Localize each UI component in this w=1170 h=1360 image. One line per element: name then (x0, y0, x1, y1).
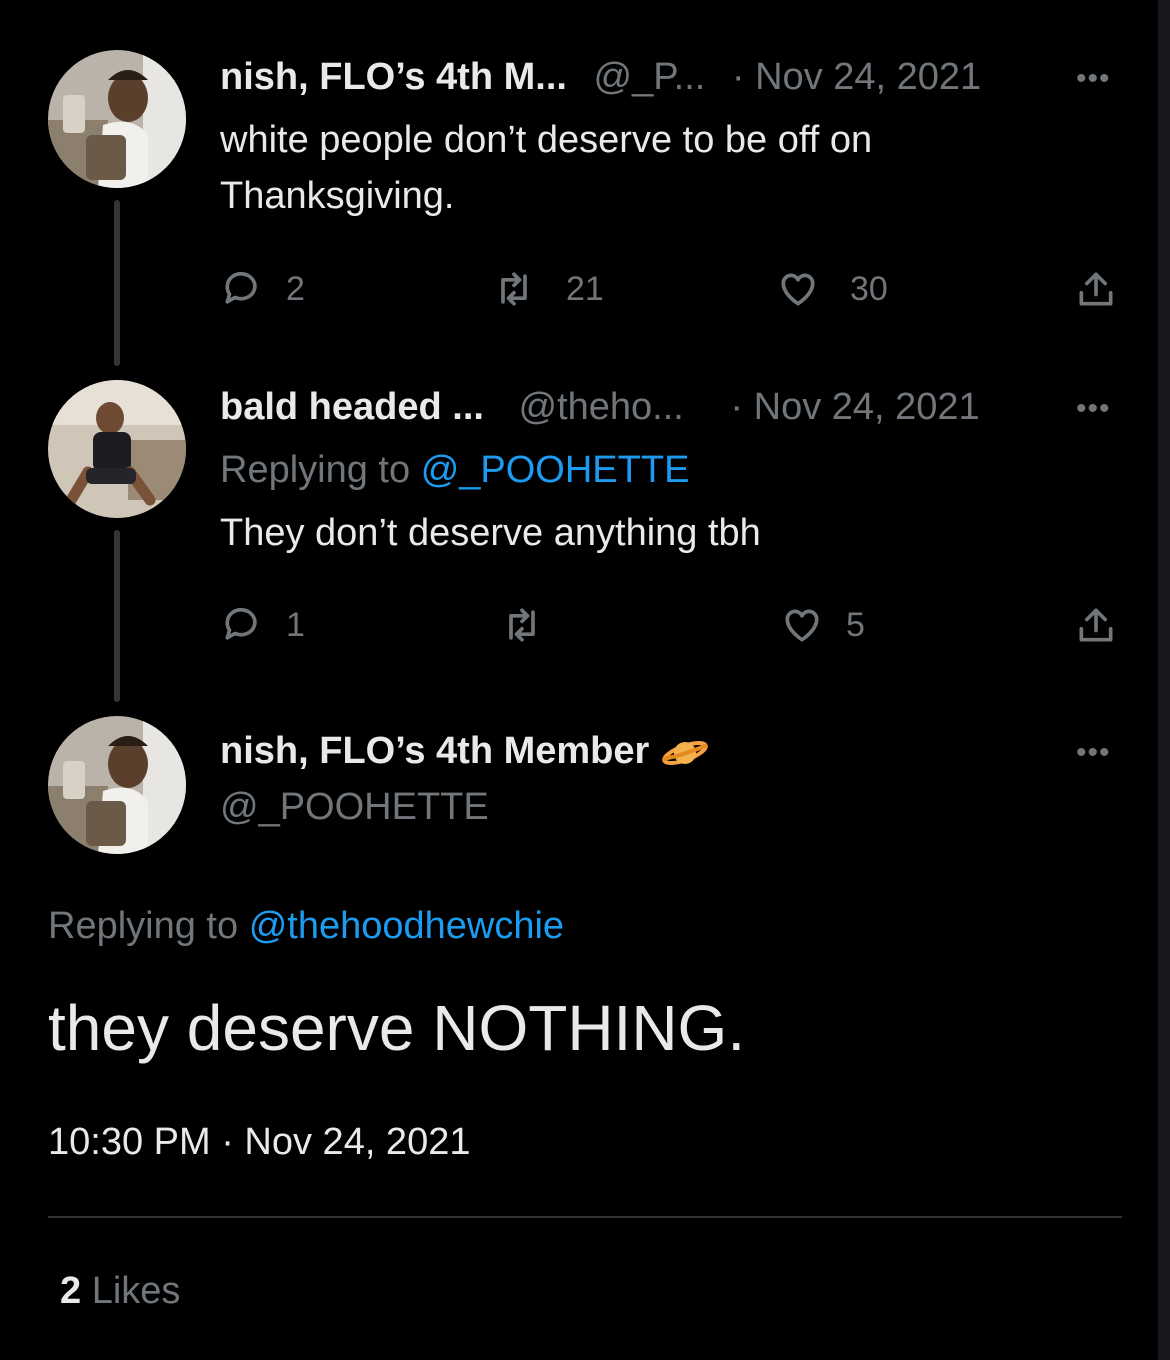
retweet-button[interactable]: 21 (492, 267, 604, 311)
reply-count: 2 (286, 269, 305, 308)
display-name[interactable]: nish, FLO’s 4th M... (220, 56, 567, 98)
display-name[interactable]: nish, FLO’s 4th Member (220, 730, 649, 772)
more-icon[interactable]: ••• (1076, 736, 1111, 770)
main-author: nish, FLO’s 4th Member (220, 730, 709, 773)
tweet-header: nish, FLO’s 4th M... @_P... · Nov 24, 20… (220, 56, 981, 99)
share-button[interactable] (1074, 603, 1148, 647)
ringed-planet-icon (662, 740, 709, 765)
retweet-button[interactable] (500, 603, 574, 647)
tweet-text-line: white people don’t deserve to be off on (220, 119, 873, 161)
thread-line (114, 530, 120, 702)
replying-handle-link[interactable]: @thehoodhewchie (249, 905, 564, 947)
avatar[interactable] (48, 716, 186, 854)
like-icon (781, 273, 815, 306)
retweet-icon (509, 608, 535, 642)
replying-prefix: Replying to (48, 905, 239, 947)
scroll-edge (1158, 0, 1170, 1360)
handle[interactable]: @theho... (519, 386, 684, 428)
replying-prefix: Replying to (220, 449, 411, 491)
reply-button[interactable]: 2 (220, 267, 305, 311)
avatar[interactable] (48, 50, 186, 188)
likes-stat[interactable]: 2 Likes (60, 1270, 180, 1313)
tweet-text-line: Thanksgiving. (220, 175, 455, 217)
likes-count: 2 (60, 1270, 82, 1312)
tweet-header: bald headed ... @theho... · Nov 24, 2021 (220, 386, 980, 429)
share-icon (1079, 272, 1113, 306)
reply-icon (225, 607, 257, 640)
main-tweet-text: they deserve NOTHING. (48, 992, 746, 1064)
replying-to: Replying to @thehoodhewchie (48, 898, 564, 954)
tweet-text: white people don’t deserve to be off on … (220, 112, 872, 224)
tweet-date[interactable]: · Nov 24, 2021 (732, 56, 981, 98)
tweet-date[interactable]: · Nov 24, 2021 (730, 386, 979, 428)
timestamp[interactable]: 10:30 PM · Nov 24, 2021 (48, 1114, 470, 1170)
likes-label: Likes (91, 1270, 181, 1312)
like-icon (785, 609, 819, 642)
more-icon[interactable]: ••• (1076, 62, 1111, 96)
like-count: 30 (850, 269, 888, 308)
retweet-count: 21 (566, 269, 604, 308)
tweet-text: They don’t deserve anything tbh (220, 512, 761, 554)
replying-handle-link[interactable]: @_POOHETTE (421, 449, 690, 491)
display-name[interactable]: bald headed ... (220, 386, 484, 428)
reply-icon (225, 271, 257, 304)
handle[interactable]: @_POOHETTE (220, 786, 489, 829)
like-button[interactable]: 5 (780, 603, 865, 647)
share-button[interactable] (1074, 267, 1148, 311)
retweet-icon (501, 272, 527, 306)
thread-line (114, 200, 120, 366)
more-icon[interactable]: ••• (1076, 392, 1111, 426)
replying-to: Replying to @_POOHETTE (220, 442, 689, 498)
handle[interactable]: @_P... (594, 56, 706, 98)
share-icon (1079, 608, 1113, 642)
reply-count: 1 (286, 605, 305, 644)
like-button[interactable]: 30 (776, 267, 888, 311)
divider (48, 1216, 1122, 1218)
reply-button[interactable]: 1 (220, 603, 305, 647)
like-count: 5 (846, 605, 865, 644)
avatar[interactable] (48, 380, 186, 518)
